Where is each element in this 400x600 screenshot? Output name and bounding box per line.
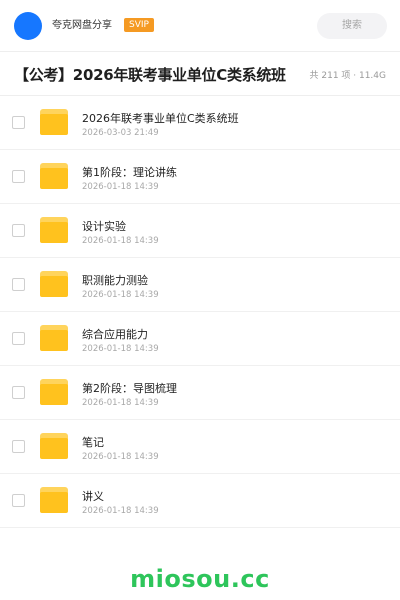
- sharer-avatar[interactable]: [14, 12, 42, 40]
- file-date: 2026-01-18 14:39: [82, 506, 159, 516]
- file-list: 2026年联考事业单位C类系统班 2026-03-03 21:49 第1阶段：理…: [0, 96, 400, 528]
- file-row[interactable]: 讲义 2026-01-18 14:39: [0, 474, 400, 528]
- row-checkbox[interactable]: [12, 440, 25, 453]
- folder-icon: [40, 271, 68, 297]
- folder-meta: 共 211 项 · 11.4G: [309, 71, 387, 81]
- file-date: 2026-01-18 14:39: [82, 452, 159, 462]
- file-date: 2026-01-18 14:39: [82, 398, 159, 408]
- folder-icon: [40, 433, 68, 459]
- folder-icon: [40, 379, 68, 405]
- sharer-name[interactable]: 夸克网盘分享: [52, 18, 112, 34]
- file-row[interactable]: 笔记 2026-01-18 14:39: [0, 420, 400, 474]
- file-date: 2026-01-18 14:39: [82, 236, 159, 246]
- row-checkbox[interactable]: [12, 278, 25, 291]
- file-date: 2026-01-18 14:39: [82, 344, 159, 354]
- file-row[interactable]: 设计实验 2026-01-18 14:39: [0, 204, 400, 258]
- file-row[interactable]: 第1阶段：理论讲练 2026-01-18 14:39: [0, 150, 400, 204]
- file-date: 2026-01-18 14:39: [82, 290, 159, 300]
- file-name: 职测能力测验: [82, 274, 148, 287]
- row-checkbox[interactable]: [12, 224, 25, 237]
- file-name: 综合应用能力: [82, 328, 148, 341]
- file-row[interactable]: 职测能力测验 2026-01-18 14:39: [0, 258, 400, 312]
- folder-icon: [40, 217, 68, 243]
- folder-icon: [40, 109, 68, 135]
- folder-icon: [40, 487, 68, 513]
- file-name: 2026年联考事业单位C类系统班: [82, 112, 239, 125]
- file-name: 讲义: [82, 490, 104, 503]
- watermark: miosou.cc: [130, 565, 270, 593]
- file-name: 第1阶段：理论讲练: [82, 166, 177, 179]
- row-checkbox[interactable]: [12, 494, 25, 507]
- file-row[interactable]: 第2阶段：导图梳理 2026-01-18 14:39: [0, 366, 400, 420]
- row-checkbox[interactable]: [12, 170, 25, 183]
- top-bar: 夸克网盘分享 SVIP 搜索: [0, 0, 400, 52]
- file-row[interactable]: 综合应用能力 2026-01-18 14:39: [0, 312, 400, 366]
- file-date: 2026-01-18 14:39: [82, 182, 159, 192]
- folder-header: 【公考】2026年联考事业单位C类系统班 共 211 项 · 11.4G: [0, 52, 400, 96]
- row-checkbox[interactable]: [12, 332, 25, 345]
- file-row[interactable]: 2026年联考事业单位C类系统班 2026-03-03 21:49: [0, 96, 400, 150]
- folder-title: 【公考】2026年联考事业单位C类系统班: [14, 66, 286, 84]
- folder-icon: [40, 163, 68, 189]
- svip-badge: SVIP: [124, 18, 154, 32]
- folder-icon: [40, 325, 68, 351]
- row-checkbox[interactable]: [12, 116, 25, 129]
- file-name: 笔记: [82, 436, 104, 449]
- file-date: 2026-03-03 21:49: [82, 128, 159, 138]
- search-button[interactable]: 搜索: [317, 13, 387, 39]
- file-name: 第2阶段：导图梳理: [82, 382, 177, 395]
- row-checkbox[interactable]: [12, 386, 25, 399]
- file-name: 设计实验: [82, 220, 126, 233]
